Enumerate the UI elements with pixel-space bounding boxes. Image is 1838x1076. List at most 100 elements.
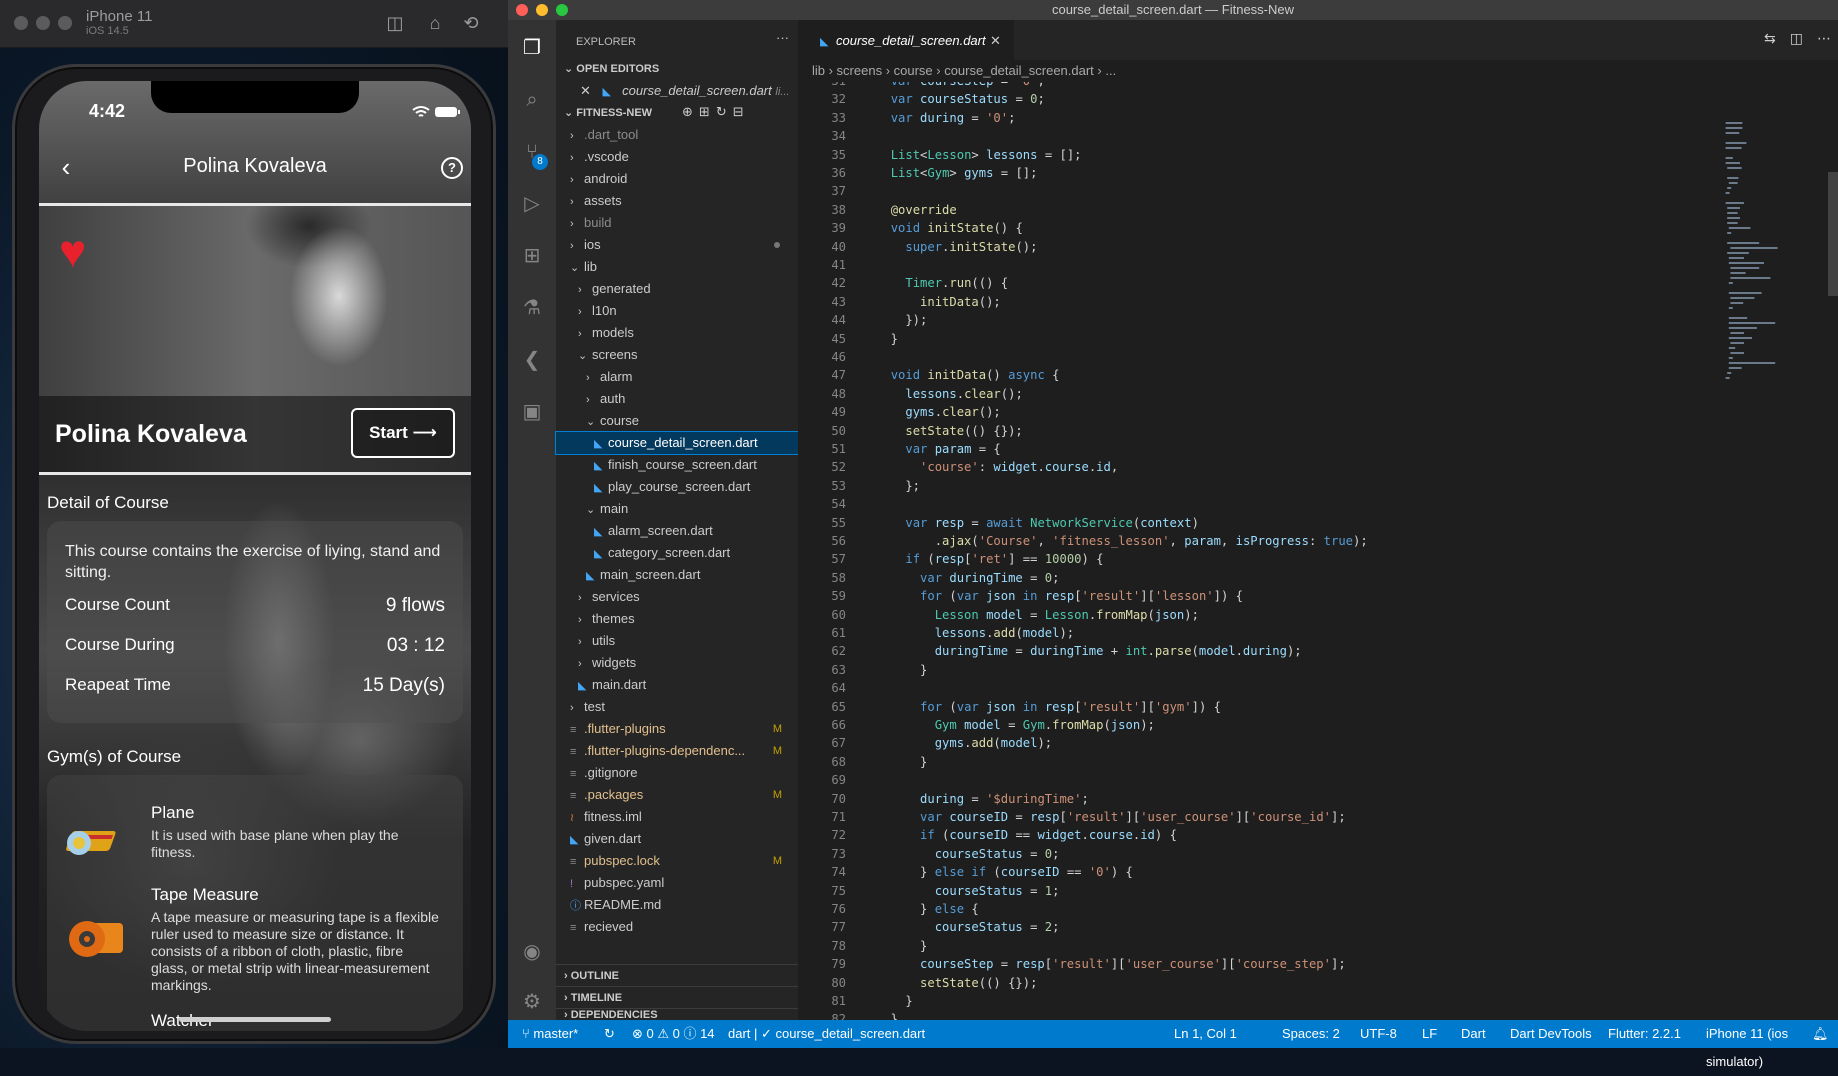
tab-course-detail[interactable]: ◣ course_detail_screen.dart ✕ xyxy=(798,20,1014,60)
code-line[interactable]: 76 } else { xyxy=(798,900,1678,918)
code-line[interactable]: 61 lessons.add(model); xyxy=(798,624,1678,642)
tree-file[interactable]: ◣ category_screen.dart xyxy=(556,542,798,564)
code-line[interactable]: 60 Lesson model = Lesson.fromMap(json); xyxy=(798,606,1678,624)
code-line[interactable]: 55 var resp = await NetworkService(conte… xyxy=(798,514,1678,532)
code-line[interactable]: 52 'course': widget.course.id, xyxy=(798,458,1678,476)
code-line[interactable]: 64 xyxy=(798,679,1678,697)
tree-folder[interactable]: ⌄ screens xyxy=(556,344,798,366)
encoding[interactable]: UTF-8 xyxy=(1360,1020,1397,1048)
home-icon[interactable]: ⌂ xyxy=(424,12,446,34)
code-line[interactable]: 47 void initData() async { xyxy=(798,366,1678,384)
code-line[interactable]: 58 var duringTime = 0; xyxy=(798,569,1678,587)
dependencies-section[interactable]: › DEPENDENCIES xyxy=(556,1008,798,1020)
code-line[interactable]: 37 xyxy=(798,182,1678,200)
code-line[interactable]: 82 } xyxy=(798,1010,1678,1020)
minimap[interactable] xyxy=(1720,82,1816,982)
tree-file[interactable]: ◣ finish_course_screen.dart xyxy=(556,454,798,476)
docker-icon[interactable]: ▣ xyxy=(520,400,544,424)
tree-folder[interactable]: › widgets xyxy=(556,652,798,674)
tree-file[interactable]: ≡ .flutter-plugins M xyxy=(556,718,798,740)
code-line[interactable]: 68 } xyxy=(798,753,1678,771)
code-line[interactable]: 80 setState(() {}); xyxy=(798,974,1678,992)
tree-file[interactable]: ◣ course_detail_screen.dart xyxy=(555,431,799,455)
tree-file[interactable]: ≡ pubspec.lock M xyxy=(556,850,798,872)
code-line[interactable]: 44 }); xyxy=(798,311,1678,329)
editor-scrollbar[interactable] xyxy=(1828,172,1838,296)
tree-folder[interactable]: › test xyxy=(556,696,798,718)
code-line[interactable]: 75 courseStatus = 1; xyxy=(798,882,1678,900)
code-line[interactable]: 72 if (courseID == widget.course.id) { xyxy=(798,826,1678,844)
tree-folder[interactable]: › alarm xyxy=(556,366,798,388)
problems-status[interactable]: ⊗ 0 ⚠ 0 ⓘ 14 xyxy=(632,1020,715,1048)
explorer-actions[interactable]: ⊕⊞↻⊟ xyxy=(682,104,750,120)
tree-file[interactable]: ≀ fitness.iml xyxy=(556,806,798,828)
code-editor[interactable]: 31 var courseStep = '0';32 var courseSta… xyxy=(798,82,1678,1020)
account-icon[interactable]: ◉ xyxy=(520,940,544,964)
code-line[interactable]: 38 @override xyxy=(798,201,1678,219)
notifications-icon[interactable]: 🔔︎ xyxy=(1812,1020,1829,1048)
flutter-icon[interactable]: ❮ xyxy=(520,348,544,372)
run-debug-icon[interactable]: ▷ xyxy=(520,192,544,216)
rotate-icon[interactable]: ⟲ xyxy=(460,12,482,34)
search-icon[interactable]: ⌕ xyxy=(520,88,544,112)
code-line[interactable]: 43 initData(); xyxy=(798,293,1678,311)
code-line[interactable]: 53 }; xyxy=(798,477,1678,495)
new-folder-icon[interactable]: ⊞ xyxy=(699,104,716,119)
indentation[interactable]: Spaces: 2 xyxy=(1282,1020,1340,1048)
outline-section[interactable]: › OUTLINE xyxy=(556,964,798,986)
tree-file[interactable]: ≡ .flutter-plugins-dependenc... M xyxy=(556,740,798,762)
code-line[interactable]: 50 setState(() {}); xyxy=(798,422,1678,440)
explorer-icon[interactable]: ❐ xyxy=(520,36,544,60)
code-line[interactable]: 48 lessons.clear(); xyxy=(798,385,1678,403)
compare-icon[interactable]: ⇆ xyxy=(1764,30,1790,46)
split-editor-icon[interactable]: ◫ xyxy=(1790,30,1817,46)
code-line[interactable]: 69 xyxy=(798,771,1678,789)
code-line[interactable]: 66 Gym model = Gym.fromMap(json); xyxy=(798,716,1678,734)
code-line[interactable]: 65 for (var json in resp['result']['gym'… xyxy=(798,698,1678,716)
code-line[interactable]: 34 xyxy=(798,127,1678,145)
code-line[interactable]: 79 courseStep = resp['result']['user_cou… xyxy=(798,955,1678,973)
code-line[interactable]: 63 } xyxy=(798,661,1678,679)
tree-folder[interactable]: ⌄ main xyxy=(556,498,798,520)
code-line[interactable]: 45 } xyxy=(798,330,1678,348)
code-line[interactable]: 78 } xyxy=(798,937,1678,955)
code-line[interactable]: 70 during = '$duringTime'; xyxy=(798,790,1678,808)
tree-folder[interactable]: › generated xyxy=(556,278,798,300)
tree-file[interactable]: ≡ .gitignore xyxy=(556,762,798,784)
close-window-button[interactable] xyxy=(14,16,28,30)
code-line[interactable]: 57 if (resp['ret'] == 10000) { xyxy=(798,550,1678,568)
gym-item[interactable]: Plane It is used with base plane when pl… xyxy=(65,803,455,873)
code-line[interactable]: 41 xyxy=(798,256,1678,274)
tree-folder[interactable]: › ios xyxy=(556,234,798,256)
new-file-icon[interactable]: ⊕ xyxy=(682,104,699,119)
code-line[interactable]: 42 Timer.run(() { xyxy=(798,274,1678,292)
code-line[interactable]: 51 var param = { xyxy=(798,440,1678,458)
code-line[interactable]: 56 .ajax('Course', 'fitness_lesson', par… xyxy=(798,532,1678,550)
code-line[interactable]: 81 } xyxy=(798,992,1678,1010)
close-icon[interactable]: ✕ xyxy=(580,83,591,98)
code-line[interactable]: 49 gyms.clear(); xyxy=(798,403,1678,421)
tree-folder[interactable]: › assets xyxy=(556,190,798,212)
tree-folder[interactable]: › android xyxy=(556,168,798,190)
code-line[interactable]: 32 var courseStatus = 0; xyxy=(798,90,1678,108)
tree-file[interactable]: ◣ alarm_screen.dart xyxy=(556,520,798,542)
cursor-position[interactable]: Ln 1, Col 1 xyxy=(1174,1020,1237,1048)
code-line[interactable]: 54 xyxy=(798,495,1678,513)
screenshot-icon[interactable]: ◫ xyxy=(384,12,406,34)
extensions-icon[interactable]: ⊞ xyxy=(520,244,544,268)
tree-folder[interactable]: › .vscode xyxy=(556,146,798,168)
code-line[interactable]: 77 courseStatus = 2; xyxy=(798,918,1678,936)
code-line[interactable]: 46 xyxy=(798,348,1678,366)
language-mode[interactable]: Dart xyxy=(1461,1020,1486,1048)
code-line[interactable]: 59 for (var json in resp['result']['less… xyxy=(798,587,1678,605)
refresh-icon[interactable]: ↻ xyxy=(716,104,733,119)
code-line[interactable]: 33 var during = '0'; xyxy=(798,109,1678,127)
git-branch[interactable]: ⑂ master* xyxy=(522,1020,578,1048)
help-icon[interactable]: ? xyxy=(441,157,463,179)
open-editor-item[interactable]: ✕ ◣ course_detail_screen.dart li... xyxy=(556,80,798,102)
open-editors-section[interactable]: ⌄ OPEN EDITORS xyxy=(556,58,798,80)
sync-icon[interactable]: ↻ xyxy=(604,1020,615,1048)
close-window-button[interactable] xyxy=(516,4,528,16)
end-of-line[interactable]: LF xyxy=(1422,1020,1437,1048)
dart-devtools[interactable]: Dart DevTools xyxy=(1510,1020,1592,1048)
